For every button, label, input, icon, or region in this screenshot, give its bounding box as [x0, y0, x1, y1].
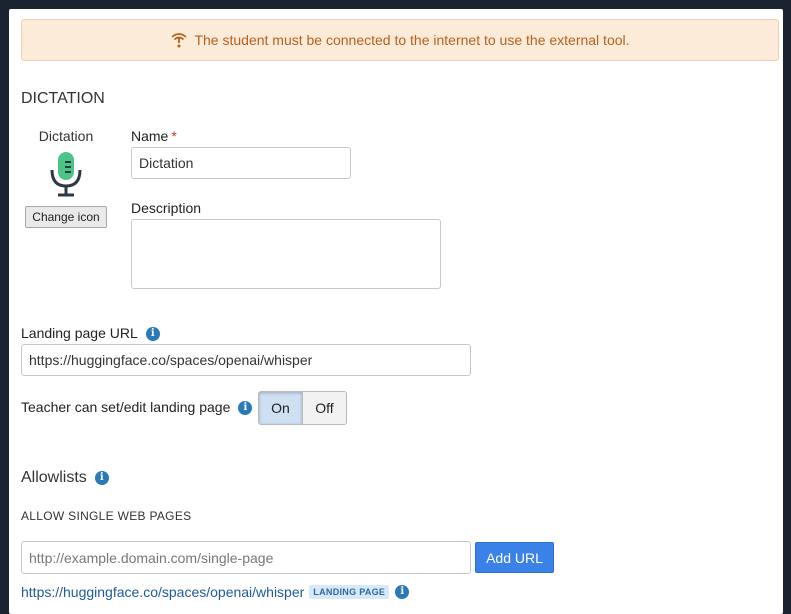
wifi-warning-icon	[170, 31, 188, 49]
landing-url-label-text: Landing page URL	[21, 325, 138, 341]
single-page-url-input[interactable]: http://example.domain.com/single-page	[21, 541, 471, 574]
required-marker: *	[171, 128, 177, 144]
name-input-value: Dictation	[139, 155, 194, 171]
teacher-edit-toggle: On Off	[258, 391, 347, 425]
info-icon[interactable]: i	[238, 401, 253, 416]
allowlist-entry-link[interactable]: https://huggingface.co/spaces/openai/whi…	[21, 584, 304, 600]
change-icon-button[interactable]: Change icon	[25, 206, 107, 228]
toggle-off-button[interactable]: Off	[303, 392, 346, 424]
description-textarea[interactable]	[131, 219, 441, 289]
add-url-button[interactable]: Add URL	[475, 542, 554, 573]
allowlists-heading: Allowlists i	[21, 469, 109, 487]
microphone-icon	[50, 152, 82, 197]
landing-url-value: https://huggingface.co/spaces/openai/whi…	[29, 352, 313, 368]
landing-url-input[interactable]: https://huggingface.co/spaces/openai/whi…	[21, 344, 471, 376]
info-icon[interactable]: i	[94, 470, 109, 485]
internet-warning-banner: The student must be connected to the int…	[21, 19, 779, 61]
tool-icon-picker: Dictation Change icon	[21, 128, 111, 228]
description-label: Description	[131, 200, 202, 216]
section-title: DICTATION	[21, 90, 105, 107]
name-label-text: Name	[131, 128, 169, 144]
allowlists-title: Allowlists	[21, 469, 87, 486]
toggle-on-button[interactable]: On	[259, 392, 303, 424]
teacher-edit-label-text: Teacher can set/edit landing page	[21, 399, 231, 415]
banner-text: The student must be connected to the int…	[194, 32, 630, 48]
landing-page-badge: LANDING PAGE	[309, 585, 390, 599]
info-icon[interactable]: i	[395, 585, 410, 599]
name-label: Name *	[131, 128, 177, 144]
teacher-edit-label: Teacher can set/edit landing page i	[21, 399, 253, 416]
landing-url-label: Landing page URL i	[21, 325, 160, 342]
allowlist-entry: https://huggingface.co/spaces/openai/whi…	[21, 584, 410, 600]
allow-single-pages-heading: ALLOW SINGLE WEB PAGES	[21, 509, 192, 523]
single-page-url-placeholder: http://example.domain.com/single-page	[29, 549, 274, 566]
tool-settings-panel: The student must be connected to the int…	[9, 9, 783, 614]
info-icon[interactable]: i	[145, 327, 160, 342]
tool-icon-label: Dictation	[38, 128, 94, 144]
name-input[interactable]: Dictation	[131, 147, 351, 179]
